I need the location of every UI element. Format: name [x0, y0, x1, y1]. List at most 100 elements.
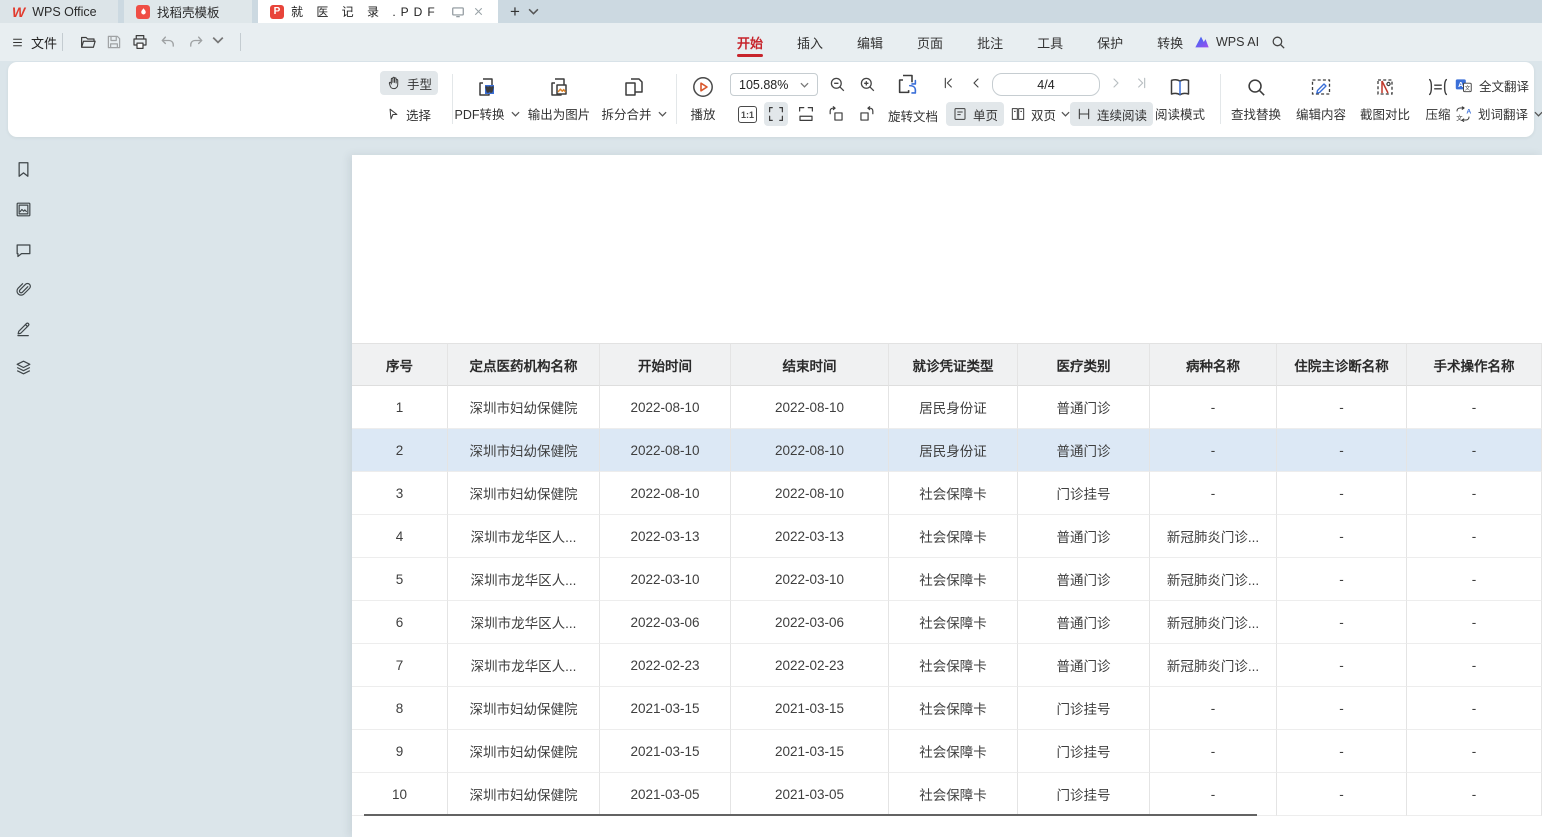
svg-text:文: 文	[1456, 113, 1463, 122]
play-button[interactable]: 播放	[678, 68, 728, 130]
tab-document-active[interactable]: P 就 医 记 录 .PDF	[258, 0, 498, 23]
table-cell: -	[1407, 730, 1542, 773]
table-cell: -	[1150, 687, 1277, 730]
monitor-icon[interactable]	[451, 5, 465, 19]
table-cell: 2021-03-05	[731, 773, 889, 816]
word-translate-button[interactable]: A文 划词翻译	[1454, 104, 1542, 123]
tab-docer-templates[interactable]: 找稻壳模板	[124, 0, 252, 23]
table-cell: 深圳市龙华区人...	[448, 558, 600, 601]
chevron-down-icon	[658, 111, 667, 117]
hand-icon	[386, 75, 402, 91]
rotate-right-button[interactable]	[854, 102, 878, 126]
thumbnails-panel-icon[interactable]	[14, 200, 33, 219]
pdf-page[interactable]: 序号定点医药机构名称开始时间结束时间就诊凭证类型医疗类别病种名称住院主诊断名称手…	[352, 155, 1542, 837]
menu-page[interactable]: 页面	[915, 23, 945, 61]
table-cell: 门诊挂号	[1018, 687, 1150, 730]
prev-page-icon[interactable]	[968, 75, 984, 91]
save-icon[interactable]	[105, 33, 123, 51]
table-cell: 普通门诊	[1018, 601, 1150, 644]
menu-tools[interactable]: 工具	[1035, 23, 1065, 61]
rotate-left-button[interactable]	[824, 102, 848, 126]
pdf-convert-button[interactable]: W PDF转换	[454, 68, 520, 130]
rotate-doc-label[interactable]: 旋转文档	[888, 106, 938, 125]
menu-edit[interactable]: 编辑	[855, 23, 885, 61]
redo-icon[interactable]	[187, 33, 205, 51]
menu-home[interactable]: 开始	[735, 23, 765, 61]
full-translate-icon: A文	[1454, 77, 1473, 94]
signature-panel-icon[interactable]	[14, 319, 33, 338]
table-cell: 2022-03-10	[600, 558, 731, 601]
hand-tool-button[interactable]: 手型	[380, 71, 438, 95]
table-cell: 1	[352, 386, 448, 429]
new-tab-button[interactable]: +	[510, 3, 520, 20]
read-mode-label: 阅读模式	[1155, 104, 1205, 123]
page-indicator-input[interactable]: 4/4	[992, 73, 1100, 96]
table-cell: 社会保障卡	[889, 472, 1018, 515]
zoom-out-icon[interactable]	[828, 75, 847, 94]
close-tab-icon[interactable]	[472, 5, 486, 19]
zoom-select[interactable]: 105.88%	[730, 73, 818, 96]
screenshot-compare-button[interactable]: 截图对比	[1354, 68, 1416, 130]
table-cell: -	[1277, 386, 1407, 429]
table-cell: 2021-03-15	[731, 730, 889, 773]
wps-ai-button[interactable]: WPS AI	[1194, 23, 1259, 61]
quickbar-chevron-icon[interactable]	[212, 36, 230, 54]
table-cell: 5	[352, 558, 448, 601]
fit-width-button[interactable]	[764, 102, 788, 126]
play-label: 播放	[690, 104, 715, 123]
svg-text:W: W	[486, 85, 494, 94]
split-merge-button[interactable]: 拆分合并	[598, 68, 670, 130]
zoom-in-icon[interactable]	[858, 75, 877, 94]
bookmarks-panel-icon[interactable]	[14, 160, 33, 179]
rotate-pages-icon[interactable]	[894, 71, 921, 98]
file-menu-button[interactable]: 文件	[10, 23, 57, 61]
pdf-convert-icon: W	[475, 75, 499, 99]
double-page-button[interactable]: 双页	[1004, 102, 1076, 126]
print-icon[interactable]	[131, 33, 149, 51]
next-page-icon[interactable]	[1108, 75, 1124, 91]
table-cell: 2022-08-10	[600, 472, 731, 515]
actual-size-button[interactable]: 1:1	[738, 106, 757, 123]
tab-wps-office[interactable]: W WPS Office	[0, 0, 118, 23]
menu-annotate[interactable]: 批注	[975, 23, 1005, 61]
table-cell: 2022-08-10	[600, 386, 731, 429]
select-tool-button[interactable]: 选择	[380, 102, 437, 126]
attachments-panel-icon[interactable]	[14, 280, 33, 299]
undo-icon[interactable]	[159, 33, 177, 51]
table-cell: 深圳市龙华区人...	[448, 644, 600, 687]
open-file-icon[interactable]	[79, 33, 97, 51]
table-cell: 10	[352, 773, 448, 816]
layers-panel-icon[interactable]	[14, 358, 33, 377]
tab-list-chevron-icon[interactable]	[528, 8, 539, 15]
wps-logo-icon: W	[12, 4, 25, 20]
find-replace-button[interactable]: 查找替换	[1224, 68, 1288, 130]
read-mode-button[interactable]: 阅读模式	[1144, 68, 1216, 130]
table-cell: 普通门诊	[1018, 558, 1150, 601]
table-cell: 2022-08-10	[600, 429, 731, 472]
single-page-button[interactable]: 单页	[946, 102, 1004, 126]
comments-panel-icon[interactable]	[14, 241, 33, 260]
table-cell: -	[1277, 515, 1407, 558]
split-merge-label: 拆分合并	[601, 104, 651, 123]
table-cell: -	[1407, 386, 1542, 429]
menu-search-icon[interactable]	[1270, 23, 1287, 61]
menu-bar: 文件 开始 插入 编辑 页面 批注 工具 保护 转换	[0, 23, 1542, 61]
edit-content-button[interactable]: 编辑内容	[1290, 68, 1352, 130]
menu-protect[interactable]: 保护	[1095, 23, 1125, 61]
table-cell: 深圳市妇幼保健院	[448, 472, 600, 515]
menu-insert[interactable]: 插入	[795, 23, 825, 61]
pdf-convert-label: PDF转换	[454, 104, 504, 123]
table-cell: 7	[352, 644, 448, 687]
divider	[62, 33, 63, 51]
chevron-down-icon	[511, 111, 520, 117]
menu-convert[interactable]: 转换	[1155, 23, 1185, 61]
export-image-button[interactable]: 输出为图片	[522, 68, 596, 130]
full-translate-button[interactable]: A文 全文翻译	[1454, 76, 1529, 95]
first-page-icon[interactable]	[940, 75, 956, 91]
fit-page-button[interactable]	[794, 102, 818, 126]
hand-tool-label: 手型	[407, 74, 432, 93]
table-cell: 深圳市妇幼保健院	[448, 386, 600, 429]
continuous-read-button[interactable]: 连续阅读	[1070, 102, 1153, 126]
table-cell: -	[1407, 773, 1542, 816]
table-header-cell: 序号	[352, 343, 448, 386]
